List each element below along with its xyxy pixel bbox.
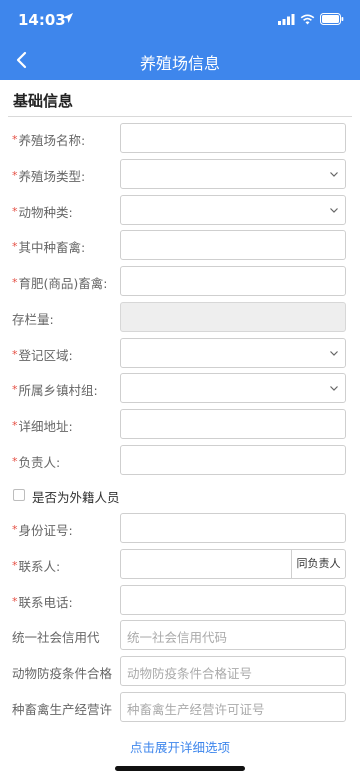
farm-name-input[interactable]: [120, 123, 346, 153]
field-label: *育肥(商品)畜禽:: [12, 273, 107, 292]
animal-species-select[interactable]: [120, 195, 346, 225]
field-label: 统一社会信用代: [12, 630, 100, 645]
form-row-farm-name: *养殖场名称:: [0, 123, 360, 153]
field-label: *负责人:: [12, 452, 60, 471]
field-label: *身份证号:: [12, 520, 73, 539]
field-label-text: 负责人:: [18, 455, 61, 470]
field-label-text: 其中种畜禽:: [18, 240, 86, 255]
field-label: *联系电话:: [12, 592, 73, 611]
field-label: *登记区域:: [12, 345, 73, 364]
nav-bar: 养殖场信息: [0, 40, 360, 80]
field-label: 种畜禽生产经营许: [12, 702, 113, 717]
cellular-signal-icon: [278, 13, 295, 25]
field-label: *联系人:: [12, 556, 60, 575]
field-label-text: 联系电话:: [18, 595, 73, 610]
person-in-charge-input[interactable]: [120, 445, 346, 475]
field-label-text: 育肥(商品)畜禽:: [18, 276, 108, 291]
form-row-registration-region: *登记区域:: [0, 338, 360, 368]
form-row-contact-person: *联系人: 同负责人: [0, 549, 360, 579]
home-indicator: [115, 766, 245, 771]
field-label: 动物防疫条件合格: [12, 666, 113, 681]
stock-quantity-input: [120, 302, 346, 332]
status-bar: 14:03: [0, 0, 360, 40]
app-header: 14:03 养殖场信息: [0, 0, 360, 80]
registration-region-select[interactable]: [120, 338, 346, 368]
foreign-personnel-checkbox-row[interactable]: 是否为外籍人员: [0, 485, 360, 505]
fattening-livestock-input[interactable]: [120, 266, 346, 296]
form-row-fattening-livestock: *育肥(商品)畜禽:: [0, 266, 360, 296]
required-mark: *: [12, 205, 18, 218]
required-mark: *: [12, 169, 18, 182]
field-label-text: 身份证号:: [18, 523, 73, 538]
status-time: 14:03: [18, 11, 66, 29]
id-number-input[interactable]: [120, 513, 346, 543]
form-row-stock-quantity: 存栏量:: [0, 302, 360, 332]
battery-icon: [320, 13, 344, 25]
required-mark: *: [12, 348, 18, 361]
chevron-down-icon: [330, 208, 338, 213]
form-row-detailed-address: *详细地址:: [0, 409, 360, 439]
field-label-text: 所属乡镇村组:: [18, 383, 98, 398]
farm-type-select[interactable]: [120, 159, 346, 189]
form-row-animal-species: *动物种类:: [0, 195, 360, 225]
field-label: *动物种类:: [12, 202, 73, 221]
form-row-farm-type: *养殖场类型:: [0, 159, 360, 189]
field-label: *养殖场名称:: [12, 130, 85, 149]
form-row-contact-phone: *联系电话:: [0, 585, 360, 615]
contact-person-input[interactable]: 同负责人: [120, 549, 346, 579]
expand-details-link[interactable]: 点击展开详细选项: [0, 737, 360, 756]
field-label-text: 登记区域:: [18, 348, 73, 363]
town-village-select[interactable]: [120, 373, 346, 403]
required-mark: *: [12, 240, 18, 253]
field-label: *详细地址:: [12, 416, 73, 435]
field-label-text: 联系人:: [18, 559, 61, 574]
required-mark: *: [12, 595, 18, 608]
foreign-personnel-checkbox[interactable]: [13, 489, 25, 501]
form-row-town-village: *所属乡镇村组:: [0, 373, 360, 403]
credit-code-input[interactable]: 统一社会信用代码: [120, 620, 346, 650]
field-label-text: 养殖场名称:: [18, 133, 86, 148]
form-row-epidemic-certificate: 动物防疫条件合格 动物防疫条件合格证号: [0, 656, 360, 686]
form-row-id-number: *身份证号:: [0, 513, 360, 543]
field-label-text: 动物种类:: [18, 205, 73, 220]
same-as-owner-button[interactable]: 同负责人: [291, 550, 345, 578]
field-label: *养殖场类型:: [12, 166, 85, 185]
required-mark: *: [12, 276, 18, 289]
form-row-breeding-livestock: *其中种畜禽:: [0, 230, 360, 260]
location-arrow-icon: [63, 13, 73, 23]
field-label: *其中种畜禽:: [12, 237, 85, 256]
required-mark: *: [12, 523, 18, 536]
form-row-breeding-license: 种畜禽生产经营许 种畜禽生产经营许可证号: [0, 692, 360, 722]
contact-phone-input[interactable]: [120, 585, 346, 615]
checkbox-label: 是否为外籍人员: [32, 490, 120, 505]
page-title: 养殖场信息: [139, 54, 220, 73]
field-label: *所属乡镇村组:: [12, 380, 98, 399]
required-mark: *: [12, 455, 18, 468]
form-row-person-in-charge: *负责人:: [0, 445, 360, 475]
epidemic-certificate-input[interactable]: 动物防疫条件合格证号: [120, 656, 346, 686]
wifi-icon: [300, 14, 315, 24]
field-label-text: 养殖场类型:: [18, 169, 86, 184]
required-mark: *: [12, 133, 18, 146]
field-label: 存栏量:: [12, 312, 54, 327]
chevron-down-icon: [330, 386, 338, 391]
detailed-address-input[interactable]: [120, 409, 346, 439]
chevron-down-icon: [330, 351, 338, 356]
system-icons: [278, 13, 344, 25]
section-title: 基础信息: [8, 80, 352, 117]
field-label-text: 详细地址:: [18, 419, 73, 434]
form-row-credit-code: 统一社会信用代 统一社会信用代码: [0, 620, 360, 650]
required-mark: *: [12, 383, 18, 396]
chevron-down-icon: [330, 172, 338, 177]
required-mark: *: [12, 419, 18, 432]
breeding-livestock-input[interactable]: [120, 230, 346, 260]
required-mark: *: [12, 559, 18, 572]
breeding-license-input[interactable]: 种畜禽生产经营许可证号: [120, 692, 346, 722]
